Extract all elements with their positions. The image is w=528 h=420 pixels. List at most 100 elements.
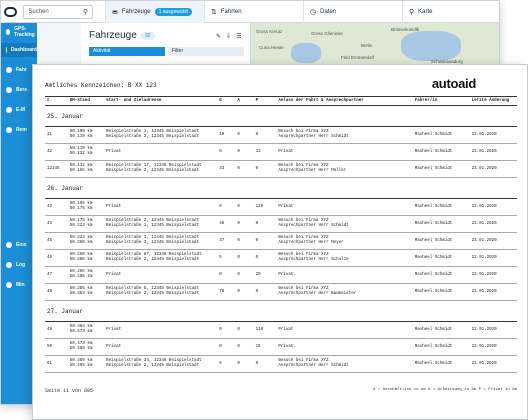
table-row: 51 50.489 km 50.495 km Beispielstraße 34, 1… [45,355,517,373]
address-line: Privat [106,272,122,277]
app: Suchen ⚲ ⛂ Fahrzeuge 1 ausgewählt ⇅ Fahr… [0,0,528,420]
odometer-cell: 50.119 km 50.132 km [67,143,105,161]
data-icon: ◷ [310,8,317,16]
address-line: Privat [106,149,122,154]
business-km-cell: 48 [217,215,236,233]
address-cell: Privat [104,143,218,161]
last-changed-cell: 23.01.2020 [469,321,517,339]
filter-dropdown[interactable]: Filter [168,47,244,56]
trip-number-cell: 46 [45,249,68,267]
private-km-cell: 120 [253,198,277,216]
trip-number-cell: 42 [45,143,68,161]
page-indicator: Seite 11 von 895 [45,388,94,394]
settings-icon[interactable]: ☰ [236,33,241,40]
odometer-line: 50.165 km [69,169,93,173]
odometer-line: 50.119 km [69,135,93,139]
table-row: 12345 50.132 km 50.165 km Beispielstraße 17… [45,160,517,178]
download-icon[interactable]: ⇩ [226,33,231,40]
selection-badge[interactable]: 1 ausgewählt [154,7,193,16]
activity-filter[interactable]: Aktivität [89,47,165,56]
driver-cell: Maxheel Schmidt [412,198,470,216]
day-group-header: 27. Januar [45,300,517,322]
private-km-cell: 29 [253,266,277,284]
trip-purpose-line: Ansprechpartner Herr Meyer [278,241,344,245]
autoaid-logo: autoaid [432,76,476,91]
driver-cell: Maxheel Schmidt [412,215,470,233]
address-line: Beispielstraße 3, 12345 Beispielstadt [106,241,200,245]
collapse-icon [6,282,12,288]
commute-km-cell: 0 [235,160,254,178]
commute-km-cell: 0 [235,249,254,267]
table-row: 43 50.165 km 50.175 km Privat 0 0 120 Privat Max… [45,198,517,216]
tab-label: Karte [418,8,433,15]
address-line: Privat [106,204,122,209]
trip-purpose-cell: Privat [276,266,413,284]
tab-fahrten[interactable]: ⇅ Fahrten [204,1,303,23]
trip-number-cell: 47 [45,266,68,284]
vehicle-count-badge: 32 [141,32,155,40]
search-input[interactable]: Suchen ⚲ [23,4,93,19]
map-view[interactable]: Gross Kreutz Gross Glienicke Cuna Hieste… [251,23,499,69]
trip-purpose-cell: Besuch bei Firma XYZ Ansprechpartner Herr… [276,160,413,178]
col-header: G [217,96,236,106]
sidebar-item-dashboard[interactable]: Dashboard [1,43,37,57]
private-km-cell: 0 [253,160,277,178]
trip-number-cell: 21 [45,126,68,144]
table-row: 44 50.175 km 50.223 km Beispielstraße 2, 12… [45,215,517,233]
edit-icon[interactable]: ✎ [216,33,221,40]
tab-daten[interactable]: ◷ Daten [303,1,402,23]
sidebar-item-label: GPS-Tracking [14,26,35,38]
map-label: Feld Emmendorf [341,55,375,60]
last-changed-cell: 23.01.2020 [469,160,517,178]
trip-table: # KM-Stand Start- und Zieladresse G A P … [45,96,517,373]
app-logo[interactable] [1,1,19,23]
address-line: Beispielstraße 2, 12345 Beispielstadt [106,169,200,173]
table-row: 42 50.119 km 50.132 km Privat 0 0 13 Privat Maxh… [45,143,517,161]
business-km-cell: 0 [217,266,236,284]
trip-purpose-cell: Privat [276,143,413,161]
table-header: # KM-Stand Start- und Zieladresse G A P … [45,96,517,106]
panel-title: Fahrzeuge [89,30,137,41]
last-changed-cell: 23.01.2020 [469,266,517,284]
day-label: 26. Januar [45,177,517,199]
tab-fahrzeuge[interactable]: ⛂ Fahrzeuge 1 ausgewählt [105,1,204,23]
col-header: Letzte Änderung [469,96,517,106]
search-icon[interactable]: ⚲ [83,8,88,16]
business-km-cell: 19 [217,126,236,144]
trip-purpose-line: Privat [278,344,294,349]
sidebar-item-label: Fahr [16,67,27,73]
table-row: 50 50.473 km 50.489 km Privat 0 0 16 Privat Maxh… [45,338,517,356]
last-changed-cell: 23.01.2020 [469,249,517,267]
odometer-cell: 50.260 km 50.266 km [67,249,105,267]
panel-filters: Aktivität Filter [89,47,244,56]
car-icon [6,67,12,73]
gear-icon [6,242,12,248]
trip-number-cell: 44 [45,215,68,233]
commute-km-cell: 0 [235,198,254,216]
trip-purpose-cell: Privat [276,198,413,216]
tab-label: Fahrzeuge [121,8,151,15]
driver-cell: Maxheel Schmidt [412,249,470,267]
table-row: 47 50.266 km 50.285 km Privat 0 0 29 Privat Maxh… [45,266,517,284]
table-row: 49 50.363 km 50.473 km Privat 0 0 110 Privat Max… [45,321,517,339]
commute-km-cell: 0 [235,338,254,356]
day-label: 27. Januar [45,300,517,322]
private-km-cell: 13 [253,143,277,161]
table-row: 21 50.100 km 50.119 km Beispielstraße 1, 12… [45,126,517,144]
odometer-line: 50.260 km [69,241,93,245]
address-line: Beispielstraße 2, 12345 Beispielstadt [106,292,200,296]
commute-km-cell: 0 [235,143,254,161]
search-placeholder: Suchen [28,8,49,15]
sidebar-item-gps-tracking[interactable]: GPS-Tracking [1,25,37,39]
sidebar-item-label: Dashboard [10,47,37,53]
driver-cell: Maxheel Schmidt [412,143,470,161]
address-cell: Beispielstraße 34, 12345 Beispielstadt Be… [104,355,218,373]
commute-km-cell: 0 [235,355,254,373]
col-header: # [45,96,68,106]
commute-km-cell: 0 [235,283,254,301]
odometer-line: 50.495 km [69,364,93,368]
trip-number-cell: 49 [45,321,68,339]
trip-purpose-cell: Besuch bei Firma XYZ Ansprechpartner Herr… [276,283,413,301]
odometer-cell: 50.132 km 50.165 km [67,160,105,178]
tab-karte[interactable]: ⚲ Karte [402,1,499,23]
